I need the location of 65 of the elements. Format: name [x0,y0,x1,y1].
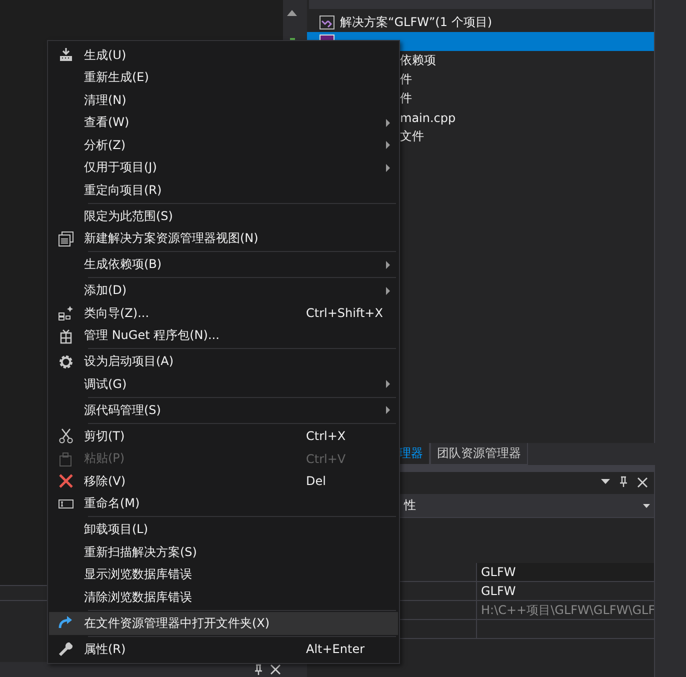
shortcut-text: Alt+Enter [306,642,366,656]
menu-label: 重命名(M) [83,495,141,512]
menu-item[interactable]: 在文件资源管理器中打开文件夹(X) [49,612,398,634]
menu-item[interactable]: 调试(G) [49,373,398,396]
menu-item[interactable]: 新建解决方案资源管理器视图(N) [49,228,398,250]
menu-label: 显示浏览数据库错误 [83,566,193,584]
menu-label: 设为启动项目(A) [83,353,175,370]
shortcut-text: Ctrl+V [306,452,347,466]
menu-item[interactable]: 剪切(T) Ctrl+X [49,425,398,448]
panel-tab[interactable]: 团队资源管理器 [430,443,528,465]
tree-label: 件 [400,71,412,88]
menu-label: 调试(G) [83,376,128,393]
menu-item[interactable]: 清除浏览数据库错误 [49,586,398,608]
menu-label: 清除浏览数据库错误 [83,588,193,606]
menu-label: 类向导(Z)... [83,304,150,322]
tree-label: main.cpp [400,110,456,124]
tree-label: 文件 [400,128,424,145]
menu-label: 重定向项目(R) [83,182,163,199]
shortcut-text: Del [306,474,327,488]
menu-item[interactable]: 查看(W) [49,112,398,134]
menu-label: 在文件资源管理器中打开文件夹(X) [83,614,271,632]
menu-item[interactable]: 显示浏览数据库错误 [49,564,398,586]
tree-label: 依赖项 [400,52,436,69]
tree-item[interactable]: 解决方案“GLFW”(1 个项目) [307,13,654,32]
menu-label: 卸载项目(L) [83,521,150,538]
tree-label: 解决方案“GLFW”(1 个项目) [340,14,492,31]
menu-item[interactable]: 卸载项目(L) [49,518,398,541]
menu-label: 管理 NuGet 程序包(N)... [83,327,220,344]
menu-label: 剪切(T) [83,428,126,445]
menu-item[interactable]: 属性(R) Alt+Enter [49,638,398,660]
menu-item[interactable]: 重定向项目(R) [49,179,398,202]
menu-label: 生成依赖项(B) [83,256,163,274]
menu-item[interactable]: 移除(V) Del [49,470,398,492]
menu-label: 新建解决方案资源管理器视图(N) [83,230,260,248]
shortcut-text: Ctrl+X [306,429,347,444]
menu-item[interactable]: 分析(Z) [49,134,398,156]
menu-label: 重新生成(E) [83,69,150,86]
menu-label: 仅用于项目(J) [83,159,158,176]
menu-label: 源代码管理(S) [83,402,162,419]
menu-label: 移除(V) [83,472,127,490]
menu-item[interactable]: 管理 NuGet 程序包(N)... [49,324,398,347]
tree-label: 件 [400,90,412,107]
menu-label: 粘贴(P) [83,450,126,468]
menu-label: 重新扫描解决方案(S) [83,544,198,561]
menu-label: 属性(R) [83,640,127,658]
menu-item[interactable]: 类向导(Z)... Ctrl+Shift+X [49,302,398,324]
menu-item[interactable]: 重新扫描解决方案(S) [49,541,398,564]
menu-item[interactable]: 生成(U) [49,44,398,66]
menu-label: 添加(D) [83,282,128,300]
menu-item[interactable]: 清理(N) [49,89,398,112]
shortcut-text: Ctrl+Shift+X [306,306,384,320]
menu-item[interactable]: 生成依赖项(B) [49,254,398,276]
menu-item[interactable]: 源代码管理(S) [49,399,398,422]
menu-item[interactable]: 仅用于项目(J) [49,156,398,179]
menu-label: 清理(N) [83,92,128,109]
menu-label: 查看(W) [83,114,130,132]
menu-item[interactable]: 限定为此范围(S) [49,205,398,228]
menu-item[interactable]: 设为启动项目(A) [49,350,398,373]
menu-label: 分析(Z) [83,136,127,154]
selector-text: 性 [404,497,416,514]
menu-label: 限定为此范围(S) [83,208,174,225]
menu-item[interactable]: 重新生成(E) [49,66,398,89]
property-value[interactable]: GLFW [477,563,654,581]
menu-label: 生成(U) [83,46,128,64]
menu-item[interactable]: 添加(D) [49,280,398,302]
